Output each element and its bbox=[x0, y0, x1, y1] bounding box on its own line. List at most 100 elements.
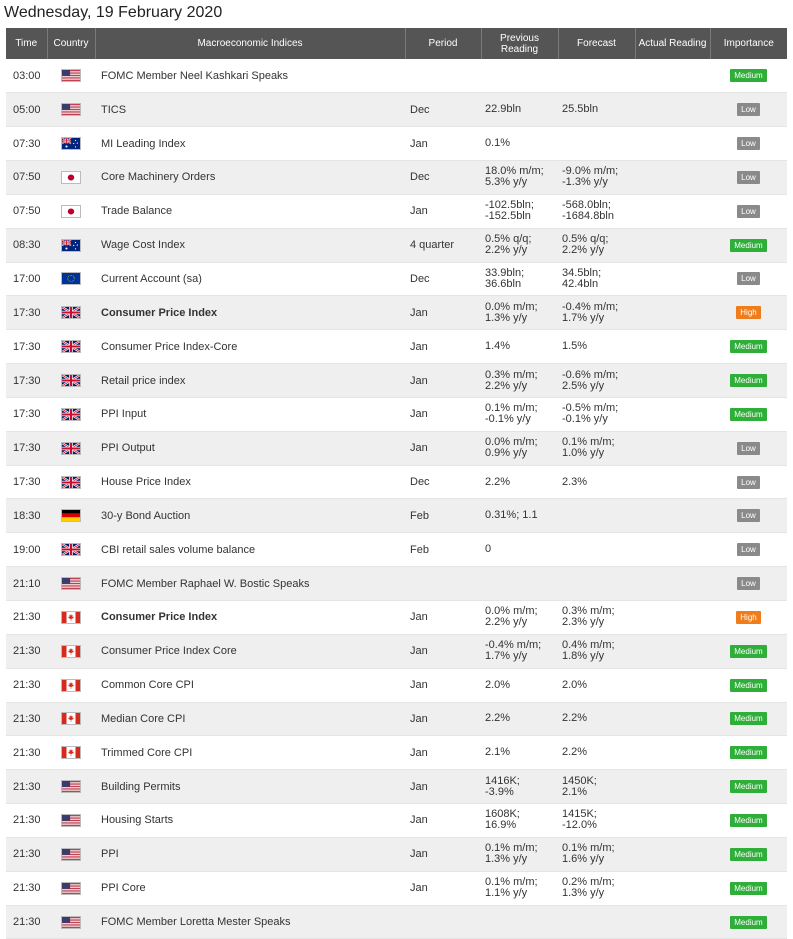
indicator-name[interactable]: Housing Starts bbox=[95, 803, 405, 838]
country-cell bbox=[47, 59, 95, 94]
indicator-name[interactable]: Median Core CPI bbox=[95, 702, 405, 737]
indicator-name[interactable]: CBI retail sales volume balance bbox=[95, 532, 405, 568]
header-period[interactable]: Period bbox=[405, 28, 482, 59]
table-row[interactable]: 07:30 MI Leading Index Jan 0.1% Low bbox=[6, 126, 787, 162]
period-cell: Jan bbox=[405, 126, 481, 162]
previous-reading-cell: 1416K; -3.9% bbox=[481, 769, 558, 805]
indicator-name[interactable]: MI Leading Index bbox=[95, 126, 405, 162]
table-row[interactable]: 21:30 Median Core CPI Jan 2.2% 2.2% Medium bbox=[6, 702, 787, 737]
country-cell bbox=[47, 194, 95, 229]
indicator-name[interactable]: Wage Cost Index bbox=[95, 228, 405, 263]
forecast-cell: 0.1% m/m; 1.0% y/y bbox=[558, 431, 635, 466]
previous-reading-line: 2.2% bbox=[485, 712, 511, 725]
time-cell: 21:30 bbox=[6, 837, 47, 872]
indicator-name[interactable]: Consumer Price Index Core bbox=[95, 634, 405, 669]
indicator-name[interactable]: House Price Index bbox=[95, 465, 405, 500]
previous-reading-line: 2.2% bbox=[485, 475, 511, 488]
table-row[interactable]: 21:30 Trimmed Core CPI Jan 2.1% 2.2% Medium bbox=[6, 735, 787, 771]
indicator-name[interactable]: PPI Output bbox=[95, 431, 405, 466]
table-row[interactable]: 21:30 Consumer Price Index Jan 0.0% m/m; 2.2… bbox=[6, 600, 787, 635]
header-country[interactable]: Country bbox=[47, 28, 96, 59]
indicator-name[interactable]: PPI bbox=[95, 837, 405, 872]
indicator-name[interactable]: TICS bbox=[95, 92, 405, 128]
time-cell: 05:00 bbox=[6, 92, 47, 128]
header-forecast[interactable]: Forecast bbox=[558, 28, 636, 59]
header-indices[interactable]: Macroeconomic Indices bbox=[95, 28, 406, 59]
actual-reading-cell bbox=[635, 194, 710, 229]
table-row[interactable]: 21:10 FOMC Member Raphael W. Bostic Speak… bbox=[6, 566, 787, 601]
header-importance[interactable]: Importance bbox=[710, 28, 787, 59]
country-cell bbox=[47, 228, 95, 263]
header-actual-reading[interactable]: Actual Reading bbox=[635, 28, 711, 59]
header-previous-reading[interactable]: Previous Reading bbox=[481, 28, 559, 59]
indicator-name[interactable]: PPI Core bbox=[95, 871, 405, 906]
indicator-name[interactable]: Trimmed Core CPI bbox=[95, 735, 405, 771]
us-flag-icon bbox=[61, 103, 81, 117]
previous-reading-line: 22.9bln bbox=[485, 103, 522, 116]
importance-badge: Low bbox=[737, 204, 760, 218]
au-flag-icon bbox=[61, 238, 81, 252]
previous-reading-cell: 33.9bln; 36.6bln bbox=[481, 262, 558, 297]
indicator-name[interactable]: Trade Balance bbox=[95, 194, 405, 229]
previous-reading-cell: 2.2% bbox=[481, 465, 558, 500]
table-row[interactable]: 17:30 Retail price index Jan 0.3% m/m; 2.2% … bbox=[6, 363, 787, 398]
economic-calendar-table: Time Country Macroeconomic Indices Perio… bbox=[6, 28, 787, 939]
forecast-line: 1.5% bbox=[562, 340, 588, 353]
previous-reading-line: 1.4% bbox=[485, 340, 511, 353]
forecast-cell: -0.6% m/m; 2.5% y/y bbox=[558, 363, 635, 398]
indicator-name[interactable]: FOMC Member Loretta Mester Speaks bbox=[95, 905, 405, 939]
period-cell: Jan bbox=[405, 329, 481, 365]
table-row[interactable]: 21:30 Consumer Price Index Core Jan -0.4% m… bbox=[6, 634, 787, 669]
previous-reading-cell: 0 bbox=[481, 532, 558, 568]
table-row[interactable]: 17:00 Current Account (sa) Dec 33.9bln; 36.6… bbox=[6, 262, 787, 297]
table-row[interactable]: 17:30 House Price Index Dec 2.2% 2.3% Low bbox=[6, 465, 787, 500]
header-time[interactable]: Time bbox=[6, 28, 48, 59]
table-row[interactable]: 21:30 Building Permits Jan 1416K; -3.9% 1450K… bbox=[6, 769, 787, 805]
actual-reading-cell bbox=[635, 92, 710, 128]
table-row[interactable]: 21:30 Housing Starts Jan 1608K; 16.9% 1415K; -… bbox=[6, 803, 787, 838]
actual-reading-cell bbox=[635, 905, 710, 939]
indicator-name[interactable]: FOMC Member Raphael W. Bostic Speaks bbox=[95, 566, 405, 601]
table-row[interactable]: 17:30 PPI Output Jan 0.0% m/m; 0.9% y/y 0.1% … bbox=[6, 431, 787, 466]
forecast-cell: 25.5bln bbox=[558, 92, 635, 128]
indicator-name[interactable]: Consumer Price Index bbox=[95, 295, 405, 331]
indicator-name[interactable]: Building Permits bbox=[95, 769, 405, 805]
indicator-name[interactable]: Retail price index bbox=[95, 363, 405, 398]
actual-reading-cell bbox=[635, 668, 710, 703]
table-row[interactable]: 18:30 30-y Bond Auction Feb 0.31%; 1.1 Low bbox=[6, 498, 787, 534]
table-row[interactable]: 07:50 Core Machinery Orders Dec 18.0% m/m; 5… bbox=[6, 160, 787, 195]
forecast-cell: -9.0% m/m; -1.3% y/y bbox=[558, 160, 635, 195]
indicator-name[interactable]: Core Machinery Orders bbox=[95, 160, 405, 195]
indicator-name[interactable]: FOMC Member Neel Kashkari Speaks bbox=[95, 59, 405, 94]
table-row[interactable]: 03:00 FOMC Member Neel Kashkari Speaks Med… bbox=[6, 59, 787, 94]
table-row[interactable]: 21:30 PPI Core Jan 0.1% m/m; 1.1% y/y 0.2% m/… bbox=[6, 871, 787, 906]
table-row[interactable]: 19:00 CBI retail sales volume balance Feb 0… bbox=[6, 532, 787, 568]
indicator-name[interactable]: PPI Input bbox=[95, 397, 405, 432]
table-row[interactable]: 07:50 Trade Balance Jan -102.5bln; -152.5bln… bbox=[6, 194, 787, 229]
indicator-name[interactable]: Consumer Price Index bbox=[95, 600, 405, 635]
importance-badge: High bbox=[736, 306, 761, 320]
indicator-name[interactable]: Current Account (sa) bbox=[95, 262, 405, 297]
time-cell: 21:30 bbox=[6, 803, 47, 838]
table-row[interactable]: 05:00 TICS Dec 22.9bln 25.5bln Low bbox=[6, 92, 787, 128]
indicator-name[interactable]: Consumer Price Index-Core bbox=[95, 329, 405, 365]
previous-reading-line: 0.3% m/m; bbox=[485, 368, 538, 381]
time-cell: 21:30 bbox=[6, 634, 47, 669]
importance-badge: Medium bbox=[730, 813, 767, 827]
table-row[interactable]: 17:30 Consumer Price Index-Core Jan 1.4% 1.5… bbox=[6, 329, 787, 365]
table-row[interactable]: 21:30 FOMC Member Loretta Mester Speaks Me… bbox=[6, 905, 787, 939]
indicator-name[interactable]: Common Core CPI bbox=[95, 668, 405, 703]
importance-cell: Low bbox=[710, 532, 787, 568]
time-cell: 07:30 bbox=[6, 126, 47, 162]
table-row[interactable]: 08:30 Wage Cost Index 4 quarter 0.5% q/q; 2.… bbox=[6, 228, 787, 263]
table-row[interactable]: 17:30 Consumer Price Index Jan 0.0% m/m; 1.3… bbox=[6, 295, 787, 331]
forecast-line: 25.5bln bbox=[562, 103, 599, 116]
forecast-cell: 1450K; 2.1% bbox=[558, 769, 635, 805]
table-row[interactable]: 21:30 PPI Jan 0.1% m/m; 1.3% y/y 0.1% m/m; 1.6… bbox=[6, 837, 787, 872]
forecast-cell: 2.2% bbox=[558, 702, 635, 737]
indicator-name[interactable]: 30-y Bond Auction bbox=[95, 498, 405, 534]
table-row[interactable]: 21:30 Common Core CPI Jan 2.0% 2.0% Medium bbox=[6, 668, 787, 703]
table-row[interactable]: 17:30 PPI Input Jan 0.1% m/m; -0.1% y/y -0.5%… bbox=[6, 397, 787, 432]
time-cell: 18:30 bbox=[6, 498, 47, 534]
actual-reading-cell bbox=[635, 397, 710, 432]
